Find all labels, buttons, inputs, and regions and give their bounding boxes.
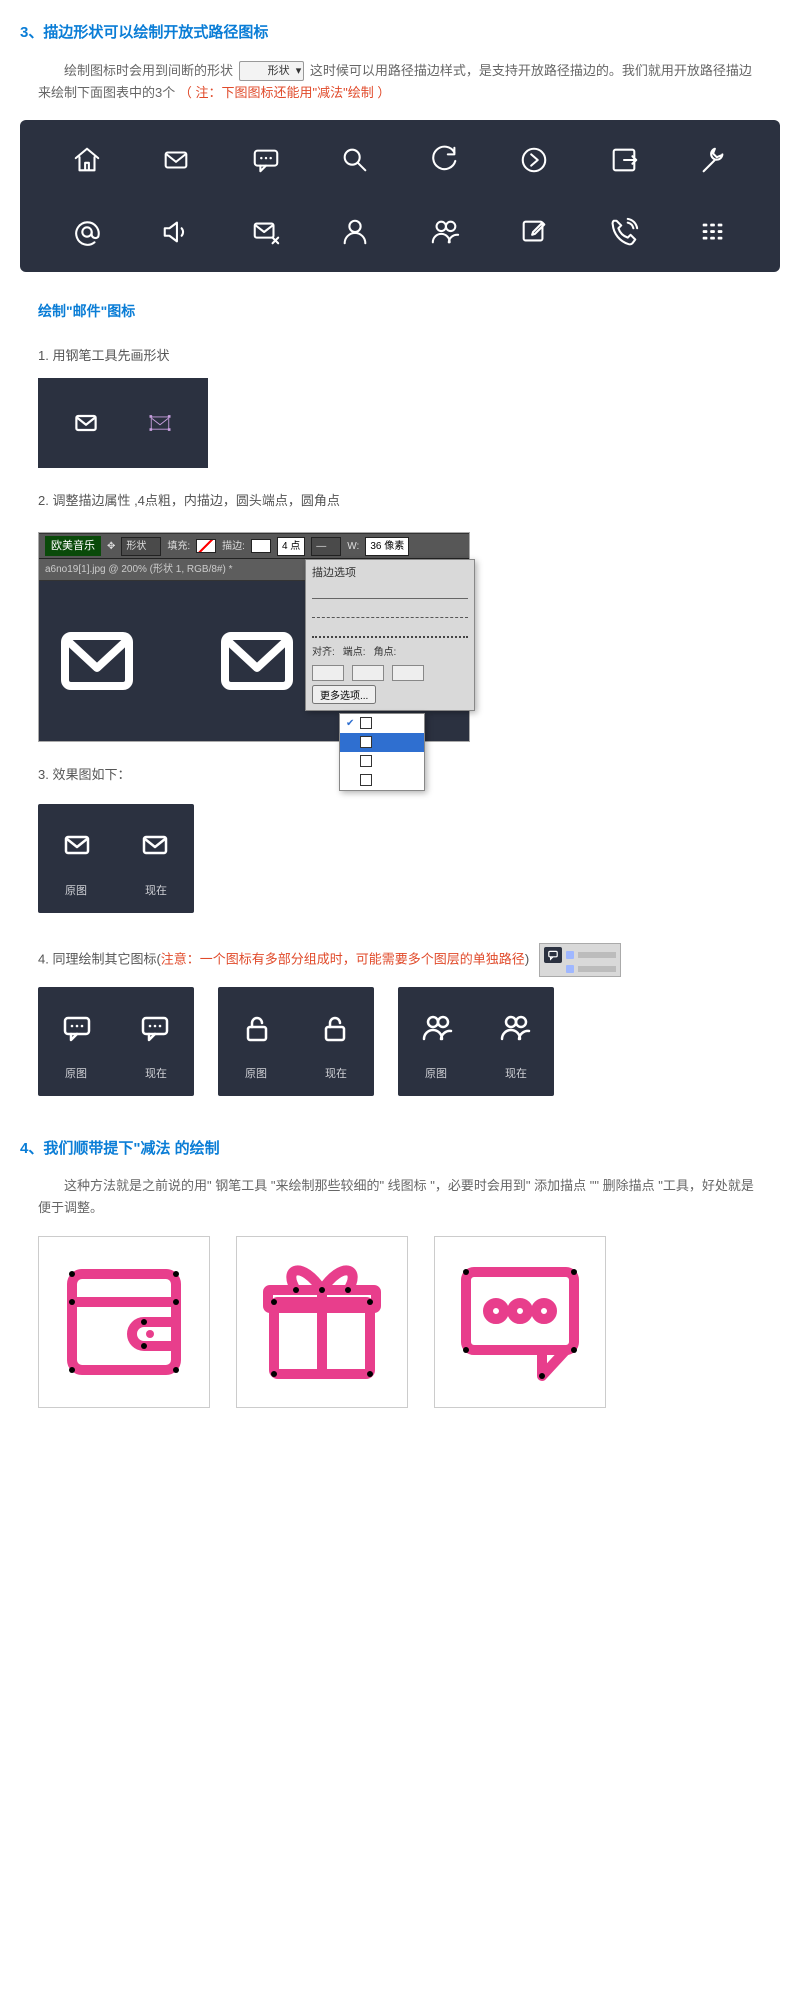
chat-icon <box>544 947 562 963</box>
para-text: 绘制图标时会用到间断的形状 <box>64 63 233 78</box>
fill-label: 填充: <box>167 538 190 555</box>
stroke-style-list[interactable] <box>312 586 468 638</box>
icon-showcase-panel <box>20 120 780 272</box>
pink-path-row <box>38 1236 762 1408</box>
note-red: （ 注：下图图标还能用"减法"绘制 ） <box>179 85 390 100</box>
home-icon <box>65 138 109 182</box>
fill-swatch[interactable] <box>196 539 216 553</box>
section-3-title: 3、描边形状可以绘制开放式路径图标 <box>20 20 780 46</box>
keypad-icon <box>691 210 735 254</box>
volume-icon <box>154 210 198 254</box>
w-label: W: <box>347 538 359 555</box>
label-original: 原图 <box>56 882 96 901</box>
corner-label: 角点: <box>374 644 397 661</box>
align-label: 对齐: <box>312 644 335 661</box>
cap-label: 端点: <box>343 644 366 661</box>
cap-dropdown[interactable] <box>352 665 384 681</box>
step-2: 2. 调整描边属性 ,4点粗，内描边，圆头端点，圆角点 <box>38 490 762 512</box>
label-now: 现在 <box>316 1065 356 1084</box>
user-icon <box>333 210 377 254</box>
label-now: 现在 <box>136 882 176 901</box>
label-now: 现在 <box>136 1065 176 1084</box>
path-outline-icon <box>143 406 177 440</box>
mail-icon <box>217 626 297 696</box>
chat-icon <box>244 138 288 182</box>
refresh-icon <box>423 138 467 182</box>
layer-strip <box>539 943 621 977</box>
w-input[interactable]: 36 像素 <box>365 537 409 556</box>
at-icon <box>65 210 109 254</box>
stroke-swatch[interactable] <box>251 539 271 553</box>
compare-users: 原图 现在 <box>398 987 554 1096</box>
label-original: 原图 <box>56 1065 96 1084</box>
chat-icon <box>56 1007 98 1049</box>
label-original: 原图 <box>236 1065 276 1084</box>
visibility-toggle[interactable] <box>566 965 574 973</box>
edit-icon <box>512 210 556 254</box>
mail-icon <box>134 824 176 866</box>
ps-toolbar: 欧美音乐 ✥ 形状 填充: 描边: 4 点 — W: 36 像素 <box>39 533 469 560</box>
ps-mode-dropdown[interactable]: 形状 <box>121 537 161 556</box>
visibility-toggle[interactable] <box>566 951 574 959</box>
ps-tab-music[interactable]: 欧美音乐 <box>45 536 101 557</box>
mail-icon <box>154 138 198 182</box>
wrench-icon <box>691 138 735 182</box>
compare-lock: 原图 现在 <box>218 987 374 1096</box>
label-original: 原图 <box>416 1065 456 1084</box>
label-now: 现在 <box>496 1065 536 1084</box>
mail-icon <box>56 824 98 866</box>
step-1: 1. 用钢笔工具先画形状 <box>38 345 762 367</box>
wallet-icon <box>38 1236 210 1408</box>
more-options-button[interactable]: 更多选项... <box>312 685 376 704</box>
phone-icon <box>602 210 646 254</box>
popover-title: 描边选项 <box>312 564 468 583</box>
chat-bubble-icon <box>434 1236 606 1408</box>
stroke-width-input[interactable]: 4 点 <box>277 537 305 556</box>
photoshop-panel: 欧美音乐 ✥ 形状 填充: 描边: 4 点 — W: 36 像素 a6no19[… <box>38 532 470 743</box>
corner-dropdown[interactable] <box>392 665 424 681</box>
section-4-para: 这种方法就是之前说的用" 钢笔工具 "来绘制那些较细的" 线图标 "，必要时会用… <box>38 1175 762 1219</box>
stroke-label: 描边: <box>222 538 245 555</box>
mail-icon <box>69 406 103 440</box>
search-icon <box>333 138 377 182</box>
result-compare-tile: 原图 现在 <box>38 804 194 913</box>
compare-chat: 原图 现在 <box>38 987 194 1096</box>
exit-icon <box>602 138 646 182</box>
chat-icon <box>134 1007 176 1049</box>
unlock-icon <box>314 1007 356 1049</box>
progress-icon <box>512 138 556 182</box>
mail-x-icon <box>244 210 288 254</box>
users-icon <box>416 1007 458 1049</box>
align-dropdown-menu[interactable]: ✔ ✔ ✔ ✔ <box>339 713 425 791</box>
users-icon <box>494 1007 536 1049</box>
stroke-style-dropdown[interactable]: — <box>311 537 341 556</box>
shape-dropdown[interactable]: 形状 ▾ <box>239 61 305 82</box>
unlock-icon <box>236 1007 278 1049</box>
mail-icon <box>57 626 137 696</box>
stroke-options-popover: 描边选项 对齐: 端点: 角点: 更多选项... <box>305 559 475 712</box>
gift-icon <box>236 1236 408 1408</box>
section-4-title: 4、我们顺带提下"减法 的绘制 <box>20 1136 780 1162</box>
users-icon <box>423 210 467 254</box>
align-dropdown[interactable] <box>312 665 344 681</box>
step-4: 4. 同理绘制其它图标(注意：一个图标有多部分组成时，可能需要多个图层的单独路径… <box>38 943 762 977</box>
step1-preview <box>38 378 208 468</box>
section-3-para: 绘制图标时会用到间断的形状 形状 ▾ 这时候可以用路径描边样式，是支持开放路径描… <box>38 60 762 104</box>
note-red: 注意：一个图标有多部分组成时，可能需要多个图层的单独路径 <box>161 952 525 967</box>
mail-section-title: 绘制"邮件"图标 <box>38 300 780 324</box>
